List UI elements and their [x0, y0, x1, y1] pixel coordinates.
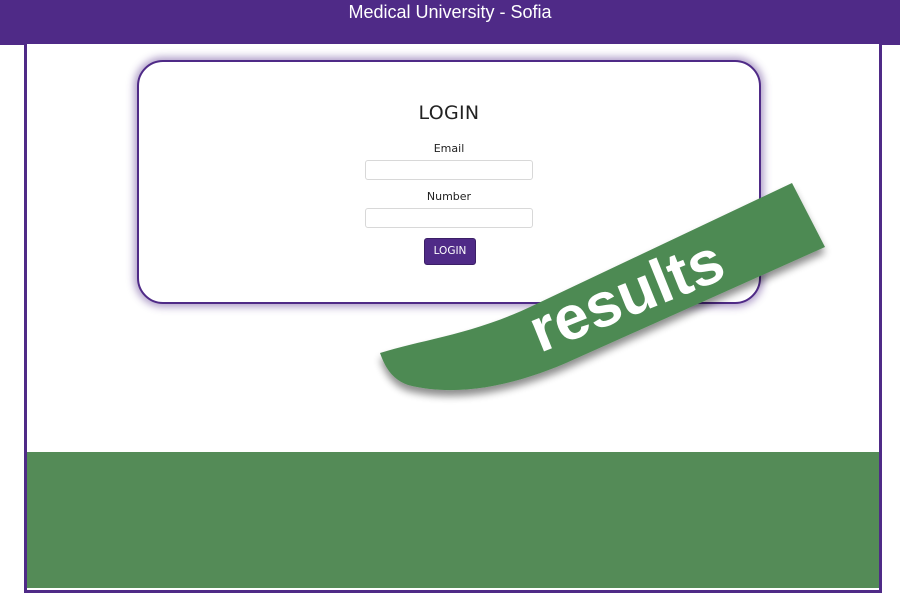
top-header-bar: Medical University - Sofia [0, 0, 900, 45]
ribbon-text: results [519, 226, 733, 366]
login-heading: LOGIN [418, 102, 480, 124]
green-footer-panel [27, 452, 879, 588]
email-label: Email [433, 142, 465, 155]
site-title: Medical University - Sofia [348, 2, 552, 22]
results-ribbon-banner: results [380, 183, 825, 391]
